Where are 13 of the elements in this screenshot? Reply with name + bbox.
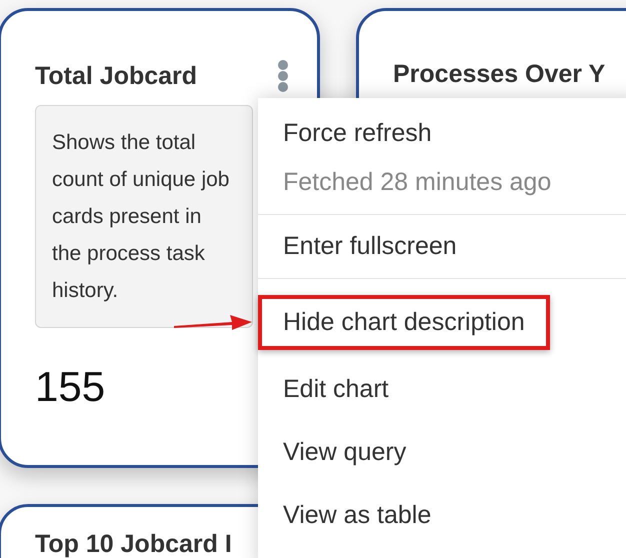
chart-description: Shows the total count of unique job cards present in the process task history. — [35, 105, 253, 328]
more-options-icon[interactable] — [277, 59, 289, 93]
menu-item[interactable]: View as table — [258, 484, 456, 547]
card-title: Processes Over Y — [393, 59, 606, 89]
menu-item[interactable]: Edit chart — [258, 358, 414, 421]
menu-item[interactable]: Hide chart description — [258, 295, 550, 350]
card-title: Top 10 Jobcard I — [35, 529, 232, 558]
menu-item[interactable]: View query — [258, 421, 432, 484]
menu-item[interactable]: Enter fullscreen — [258, 215, 482, 278]
big-number: 155 — [35, 366, 106, 408]
menu-item[interactable]: Force refresh — [258, 102, 457, 165]
fetched-time: Fetched 28 minutes ago — [282, 167, 552, 198]
card-title: Total Jobcard — [35, 61, 198, 91]
